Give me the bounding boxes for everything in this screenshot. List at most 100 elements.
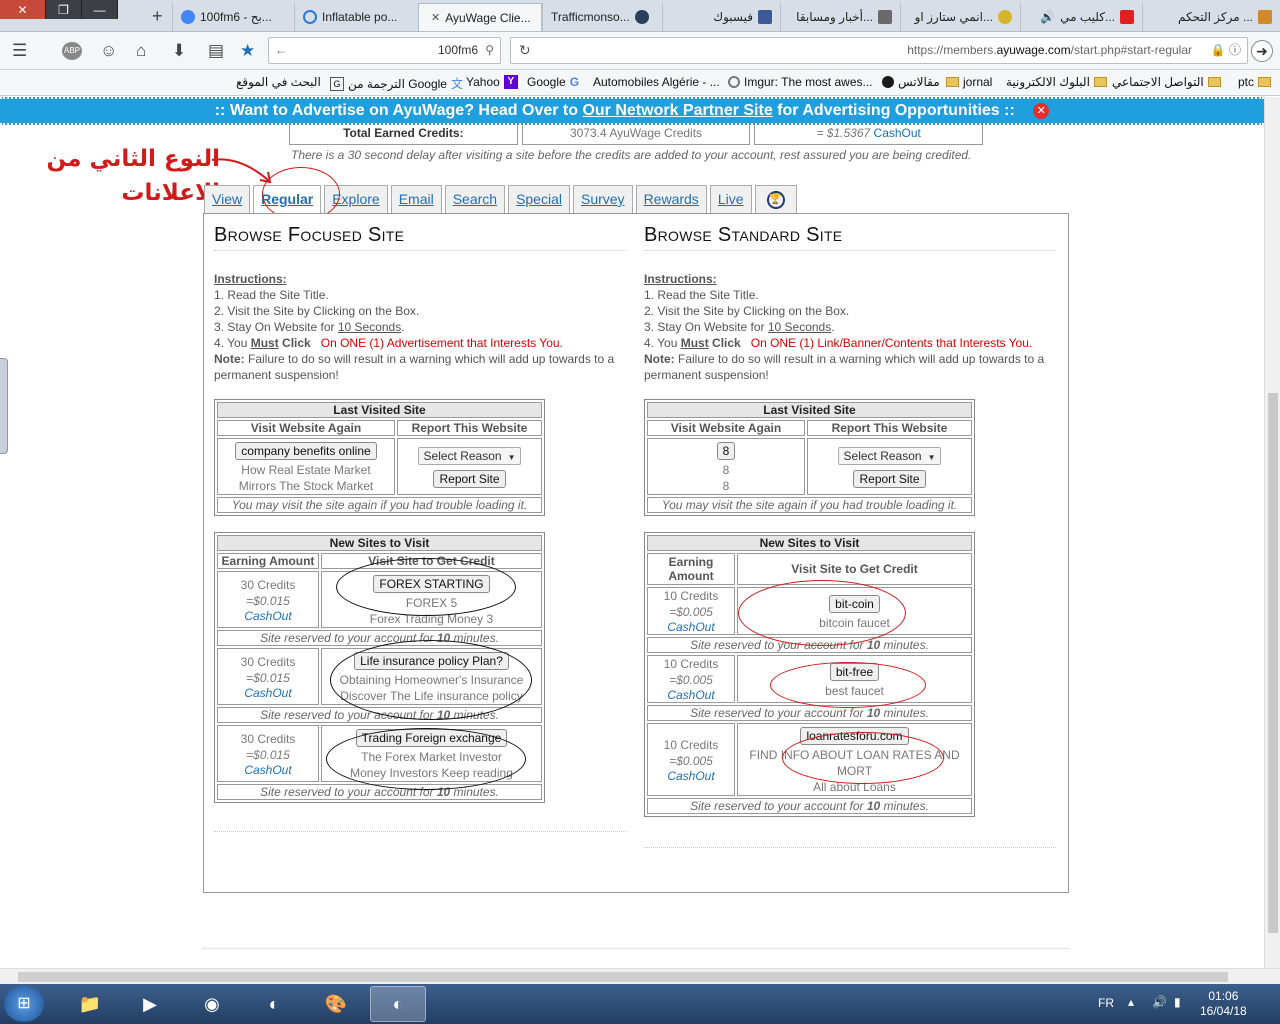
visit-site-button[interactable]: FOREX STARTING xyxy=(373,575,490,593)
new-tab-button[interactable]: + xyxy=(152,6,163,27)
visit-site-button[interactable]: bit-free xyxy=(829,662,880,681)
bookmark-star-icon[interactable]: ★ xyxy=(240,41,255,61)
media-player-icon[interactable]: ▶ xyxy=(122,986,178,1022)
cashout-link[interactable]: CashOut xyxy=(244,609,291,623)
browser-tab-bar: ✕ ❐ — + 100fm6 - بح... Inflatable po... … xyxy=(0,0,1280,32)
back-arrow-icon[interactable]: ← xyxy=(275,43,287,57)
home-icon[interactable]: ⌂ xyxy=(136,41,146,61)
report-site-button[interactable]: Report Site xyxy=(433,470,506,488)
tab-email[interactable]: Email xyxy=(390,185,442,214)
explorer-icon[interactable]: 📁 xyxy=(62,986,118,1022)
translate-icon: 文 xyxy=(450,77,463,91)
window-controls: ✕ ❐ — xyxy=(0,0,118,20)
cashout-link[interactable]: CashOut xyxy=(667,620,714,634)
visit-again-button[interactable]: 8 xyxy=(716,442,736,460)
window-close-button[interactable]: ✕ xyxy=(0,0,46,19)
bookmark-item[interactable]: مقالاتس xyxy=(882,75,940,89)
browser-tab[interactable]: أخبار ومسابقا... xyxy=(780,3,900,31)
tab-view[interactable]: View xyxy=(204,185,251,214)
horizontal-scrollbar[interactable] xyxy=(0,968,1280,984)
focused-instructions: Instructions: 1. Read the Site Title. 2.… xyxy=(214,272,615,382)
bookmark-item[interactable]: Yahoo Y xyxy=(466,75,518,89)
window-minimize-button[interactable]: — xyxy=(82,0,118,19)
cashout-link[interactable]: CashOut xyxy=(667,688,714,702)
address-bar[interactable]: ↻ https://members.ayuwage.com/start.php#… xyxy=(510,37,1248,64)
adblock-icon[interactable]: ABP xyxy=(62,42,82,60)
clipboard-icon[interactable]: ▤ xyxy=(208,41,224,61)
tab-rewards[interactable]: Rewards xyxy=(635,185,707,214)
site-info-icon[interactable]: 🔒 ⓘ xyxy=(1211,38,1241,63)
scroll-thumb[interactable] xyxy=(1268,393,1278,933)
search-input[interactable]: ← 100fm6 ⚲ xyxy=(268,37,501,64)
partner-site-link[interactable]: Our Network Partner Site xyxy=(582,102,772,119)
report-site-button[interactable]: Report Site xyxy=(853,470,926,488)
menu-icon[interactable]: ☰ xyxy=(12,41,27,61)
table-row: 30 Credits =$0.015 CashOut FOREX STARTIN… xyxy=(217,571,542,628)
side-widget[interactable] xyxy=(0,358,8,454)
browser-tab-active[interactable]: ✕ AyuWage Clie... xyxy=(418,3,542,31)
close-banner-icon[interactable]: ✕ xyxy=(1033,102,1050,119)
paint-icon[interactable]: 🎨 xyxy=(308,986,364,1022)
browser-tab[interactable]: مركز التحكم ... xyxy=(1142,3,1280,31)
visit-site-button[interactable]: Life insurance policy Plan? xyxy=(354,652,509,670)
reload-icon[interactable]: ↻ xyxy=(519,38,531,63)
vertical-scrollbar[interactable] xyxy=(1264,97,1280,968)
browser-tab[interactable]: فيسبوك xyxy=(662,3,780,31)
browser-tab[interactable]: Trafficmonso... xyxy=(542,3,662,31)
tab-explore[interactable]: Explore xyxy=(324,185,388,214)
start-button[interactable]: ⊞ xyxy=(4,986,44,1022)
bookmark-item[interactable]: G الترجمة من Google 文 xyxy=(330,75,463,92)
browser-tab[interactable]: Inflatable po... xyxy=(294,3,418,31)
bookmark-item[interactable]: Google G xyxy=(527,75,579,89)
browser-tab[interactable]: انمي ستارز او... xyxy=(900,3,1020,31)
google-icon: G xyxy=(569,75,580,89)
folder-icon xyxy=(1093,77,1107,87)
credits-value: 3073.4 AyuWage Credits xyxy=(521,125,751,145)
window-restore-button[interactable]: ❐ xyxy=(46,0,82,19)
bookmark-item[interactable]: Imgur: The most awes... xyxy=(728,75,873,89)
report-reason-select[interactable]: Select Reason ▼ xyxy=(417,447,522,465)
volume-icon[interactable]: 🔊 xyxy=(1152,995,1167,1009)
tab-regular[interactable]: Regular xyxy=(253,185,322,214)
table-row: 30 Credits =$0.015 CashOut Life insuranc… xyxy=(217,648,542,705)
clock[interactable]: 01:06 16/04/18 xyxy=(1200,989,1247,1019)
divider xyxy=(644,847,1056,848)
tab-special[interactable]: Special xyxy=(508,185,570,214)
cashout-link[interactable]: CashOut xyxy=(244,763,291,777)
tab-trophy[interactable]: 🏆 xyxy=(754,185,797,214)
visit-site-button[interactable]: Trading Foreign exchange xyxy=(355,729,508,747)
browser-tab[interactable]: 🔊 كليب مي... xyxy=(1020,3,1142,31)
url-text: https://members.ayuwage.com/start.php#st… xyxy=(907,43,1192,57)
bookmark-folder[interactable]: jornal xyxy=(946,75,992,89)
site-icon xyxy=(1258,10,1272,24)
close-tab-icon[interactable]: ✕ xyxy=(431,11,440,24)
bookmark-item[interactable]: Automobiles Algérie - ... xyxy=(593,75,720,89)
visit-site-button[interactable]: loanratesforu.com xyxy=(800,727,909,745)
tab-search[interactable]: Search xyxy=(444,185,506,214)
chrome-icon[interactable]: ◉ xyxy=(184,986,240,1022)
tab-survey[interactable]: Survey xyxy=(572,185,633,214)
download-icon[interactable]: ⬇ xyxy=(172,41,186,61)
report-reason-select[interactable]: Select Reason ▼ xyxy=(837,447,942,465)
search-icon[interactable]: ⚲ xyxy=(485,38,494,63)
firefox-active-icon[interactable]: ◐ xyxy=(370,986,426,1022)
bookmark-folder[interactable]: البلوك الالكترونية xyxy=(1006,75,1107,89)
firefox-icon[interactable]: ◐ xyxy=(246,986,302,1022)
smiley-icon[interactable]: ☺ xyxy=(100,41,117,61)
browser-tab[interactable]: 100fm6 - بح... xyxy=(172,3,294,31)
bookmark-folder[interactable]: التواصل الاجتماعي xyxy=(1112,75,1221,89)
bookmark-folder[interactable]: ptc xyxy=(1238,75,1272,89)
network-icon[interactable]: ▮ xyxy=(1174,995,1181,1009)
cashout-link[interactable]: CashOut xyxy=(874,126,921,140)
show-hidden-icons-icon[interactable]: ▴ xyxy=(1128,995,1134,1009)
cashout-link[interactable]: CashOut xyxy=(667,769,714,783)
language-indicator[interactable]: FR xyxy=(1098,996,1114,1010)
visit-site-button[interactable]: bit-coin xyxy=(829,594,880,613)
tab-live[interactable]: Live xyxy=(709,185,752,214)
loading-icon xyxy=(303,10,317,24)
bookmark-item[interactable]: البحث في الموقع xyxy=(236,75,321,89)
visit-again-button[interactable]: company benefits online xyxy=(235,442,377,460)
scroll-thumb[interactable] xyxy=(18,972,1228,982)
go-arrow-icon[interactable]: ➜ xyxy=(1251,40,1273,62)
cashout-link[interactable]: CashOut xyxy=(244,686,291,700)
